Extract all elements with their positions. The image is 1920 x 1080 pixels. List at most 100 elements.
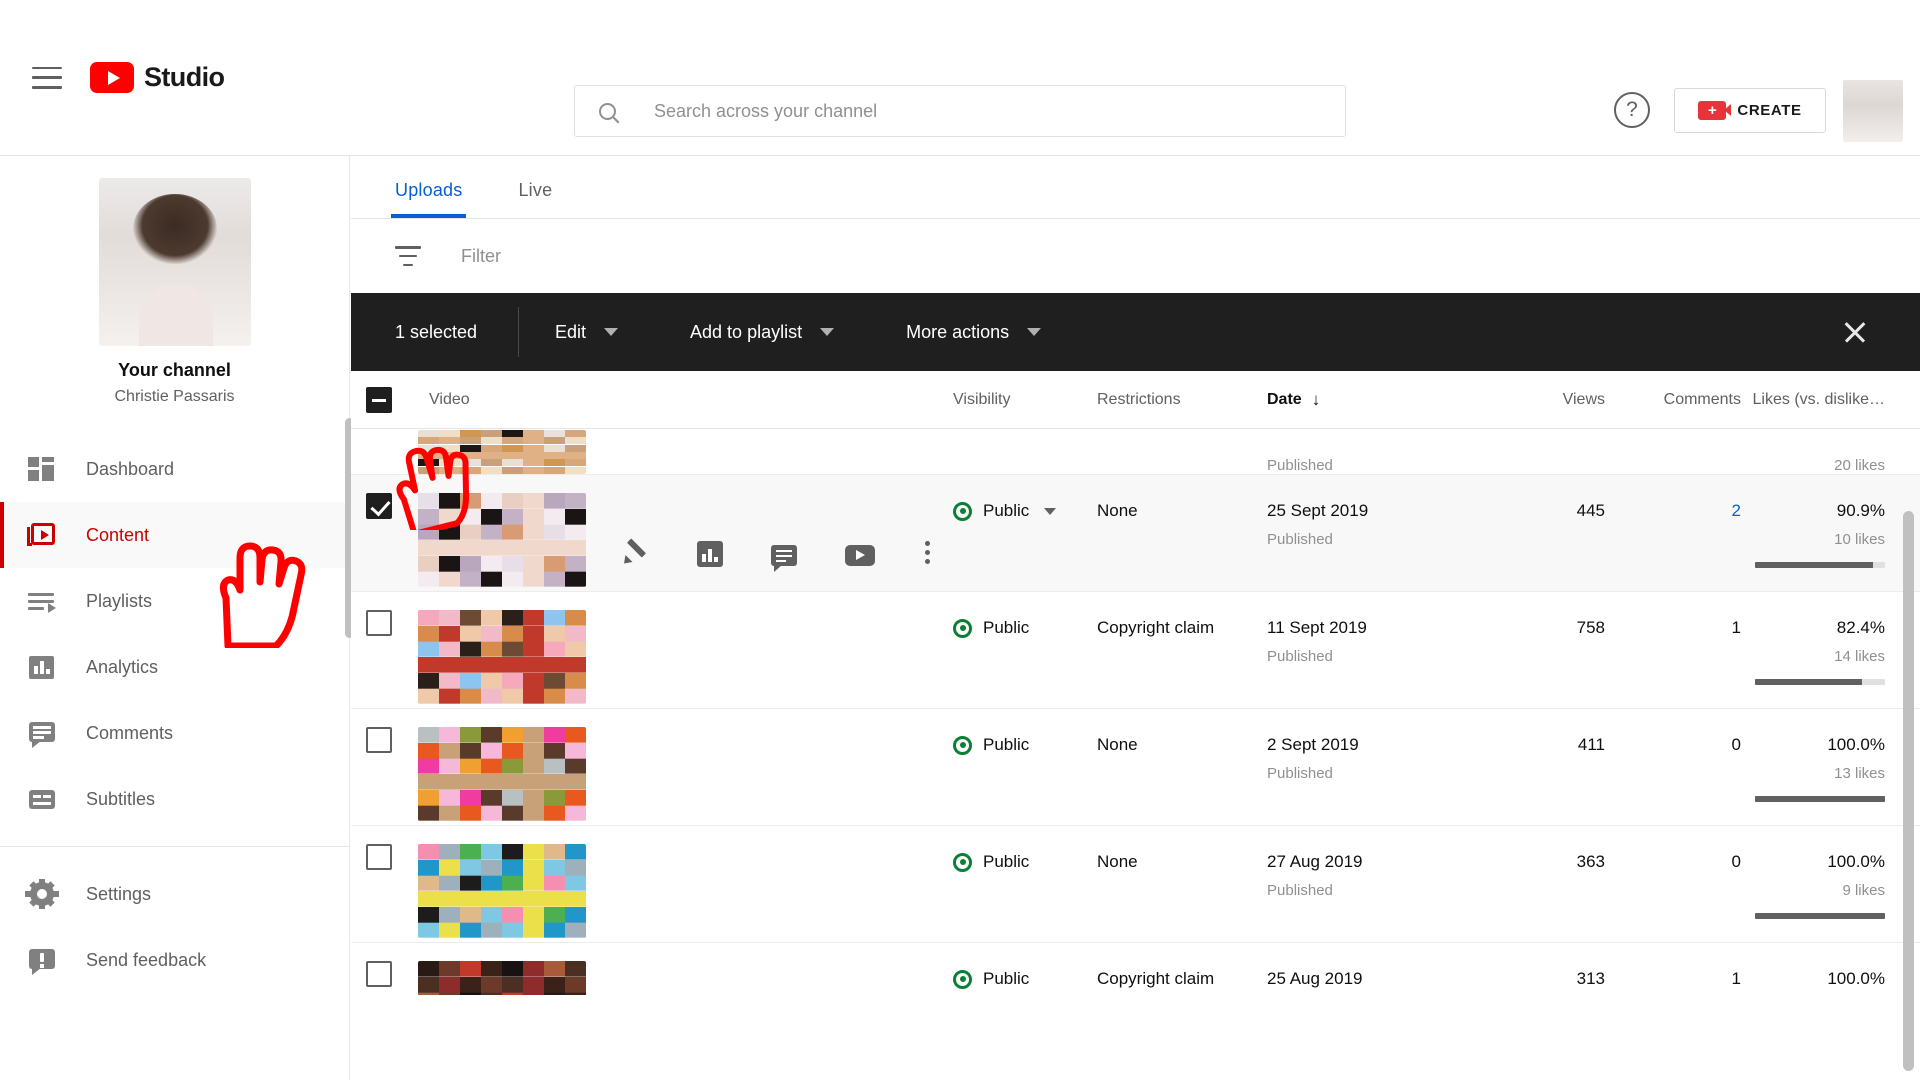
edit-dropdown-button[interactable]: Edit [519, 293, 654, 371]
public-eye-icon [953, 969, 972, 989]
help-glyph: ? [1626, 98, 1638, 121]
column-header-date[interactable]: Date ↓ [1267, 390, 1487, 410]
filter-bar: Filter [351, 219, 1920, 293]
comments-icon [26, 718, 58, 748]
row-video-cell [407, 610, 953, 704]
filter-input[interactable]: Filter [461, 246, 501, 267]
sidebar-item-comments[interactable]: Comments [0, 700, 349, 766]
row-video-cell [407, 493, 953, 587]
likes-ratio-bar [1755, 796, 1885, 802]
row-video-cell [407, 844, 953, 938]
row-restrictions-cell: Copyright claim [1097, 618, 1215, 637]
table-row[interactable]: Public None 2 Sept 2019 Published 411 0 … [351, 709, 1920, 826]
edit-icon[interactable] [623, 541, 649, 567]
row-views-cell: 313 [1576, 969, 1605, 988]
table-row[interactable]: Published 20 likes [351, 429, 1920, 475]
row-comments-value: 0 [1731, 735, 1741, 754]
sidebar-item-subtitles[interactable]: Subtitles [0, 766, 349, 832]
channel-title: Your channel [118, 360, 231, 380]
video-thumbnail[interactable] [418, 844, 586, 938]
chevron-down-icon [1027, 328, 1042, 336]
row-views-cell: 411 [1577, 735, 1605, 754]
video-thumbnail[interactable] [418, 961, 586, 995]
main-content: Uploads Live Filter 1 selected Edit Add … [351, 156, 1920, 1080]
row-visibility-cell: Public [953, 961, 1097, 989]
main-scrollbar[interactable] [1903, 511, 1914, 1071]
sidebar-item-label: Settings [86, 883, 152, 904]
row-likes-percent: 90.9% [1836, 501, 1885, 520]
sidebar-divider [0, 846, 349, 847]
row-likes-count: 10 likes [1834, 531, 1885, 548]
column-header-likes[interactable]: Likes (vs. dislike… [1741, 391, 1893, 409]
chevron-down-icon[interactable] [1044, 507, 1057, 515]
likes-ratio-bar [1755, 913, 1885, 919]
more-actions-label: More actions [906, 321, 1010, 342]
table-row[interactable]: Public None 27 Aug 2019 Published 363 0 … [351, 826, 1920, 943]
youtube-studio-logo[interactable]: Studio [90, 62, 225, 93]
row-likes-cell: 90.9% 10 likes [1741, 493, 1893, 568]
row-comments-cell: 1 [1605, 610, 1741, 638]
sidebar-item-dashboard[interactable]: Dashboard [0, 436, 349, 502]
table-row[interactable]: Public None 25 Sept 2019 Published 445 2… [351, 475, 1920, 592]
row-likes-percent: 100.0% [1827, 852, 1885, 871]
column-header-views[interactable]: Views [1487, 391, 1605, 409]
table-row[interactable]: Public Copyright claim 25 Aug 2019 313 1… [351, 943, 1920, 995]
table-row[interactable]: Public Copyright claim 11 Sept 2019 Publ… [351, 592, 1920, 709]
close-icon[interactable] [1842, 319, 1868, 345]
sidebar-item-settings[interactable]: Settings [0, 861, 349, 927]
column-header-visibility[interactable]: Visibility [953, 391, 1097, 409]
row-comments-cell: 2 [1605, 493, 1741, 521]
video-thumbnail[interactable] [418, 610, 586, 704]
tab-live[interactable]: Live [518, 180, 552, 218]
comments-icon[interactable] [771, 544, 797, 572]
sidebar-item-playlists[interactable]: Playlists [0, 568, 349, 634]
account-avatar[interactable] [1843, 80, 1903, 142]
sidebar-item-content[interactable]: Content [0, 502, 349, 568]
row-comments-value[interactable]: 2 [1732, 501, 1741, 520]
channel-avatar[interactable] [98, 178, 251, 346]
create-button[interactable]: + CREATE [1674, 88, 1826, 133]
column-header-comments[interactable]: Comments [1605, 391, 1741, 409]
more-actions-dropdown-button[interactable]: More actions [870, 293, 1077, 371]
row-likes-cell: 20 likes [1741, 439, 1893, 474]
row-comments-cell: 1 [1605, 961, 1741, 989]
filter-icon[interactable] [395, 246, 421, 266]
subtitles-icon [26, 784, 58, 814]
selection-action-bar: 1 selected Edit Add to playlist More act… [351, 293, 1920, 371]
row-comments-value: 0 [1731, 852, 1741, 871]
column-header-video[interactable]: Video [407, 391, 953, 409]
content-icon [26, 520, 58, 550]
add-to-playlist-dropdown-button[interactable]: Add to playlist [654, 293, 870, 371]
help-icon[interactable]: ? [1614, 92, 1650, 128]
row-checkbox[interactable] [366, 727, 392, 753]
row-date-status: Published [1267, 882, 1333, 899]
video-thumbnail[interactable] [418, 727, 586, 821]
public-eye-icon [953, 618, 972, 638]
thumbnail-wrap [407, 727, 597, 821]
row-checkbox[interactable] [366, 610, 392, 636]
video-thumbnail[interactable] [418, 493, 586, 587]
sidebar-item-label: Comments [86, 722, 174, 743]
search-input[interactable]: Search across your channel [574, 85, 1346, 137]
hamburger-menu-icon[interactable] [32, 66, 62, 89]
youtube-play-icon[interactable] [845, 544, 875, 566]
sidebar-item-send-feedback[interactable]: Send feedback [0, 927, 349, 993]
row-restrictions-cell: None [1097, 501, 1138, 520]
analytics-icon[interactable] [697, 541, 723, 567]
row-checkbox[interactable] [366, 961, 392, 987]
video-thumbnail[interactable] [418, 430, 586, 474]
sidebar-item-analytics[interactable]: Analytics [0, 634, 349, 700]
column-header-restrictions[interactable]: Restrictions [1097, 391, 1267, 409]
row-checkbox[interactable] [366, 493, 392, 519]
row-likes-percent: 82.4% [1836, 618, 1885, 637]
select-all-checkbox[interactable] [366, 386, 392, 413]
tab-uploads[interactable]: Uploads [390, 180, 467, 218]
visibility-label: Public [983, 618, 1030, 637]
content-tabs: Uploads Live [351, 156, 1920, 218]
row-likes-cell: 100.0% [1741, 961, 1893, 995]
row-restrictions-cell: Copyright claim [1097, 969, 1215, 988]
more-options-icon[interactable] [923, 541, 931, 567]
row-checkbox[interactable] [366, 844, 392, 870]
row-comments-cell: 0 [1605, 727, 1741, 755]
row-visibility-cell: Public [953, 493, 1097, 521]
